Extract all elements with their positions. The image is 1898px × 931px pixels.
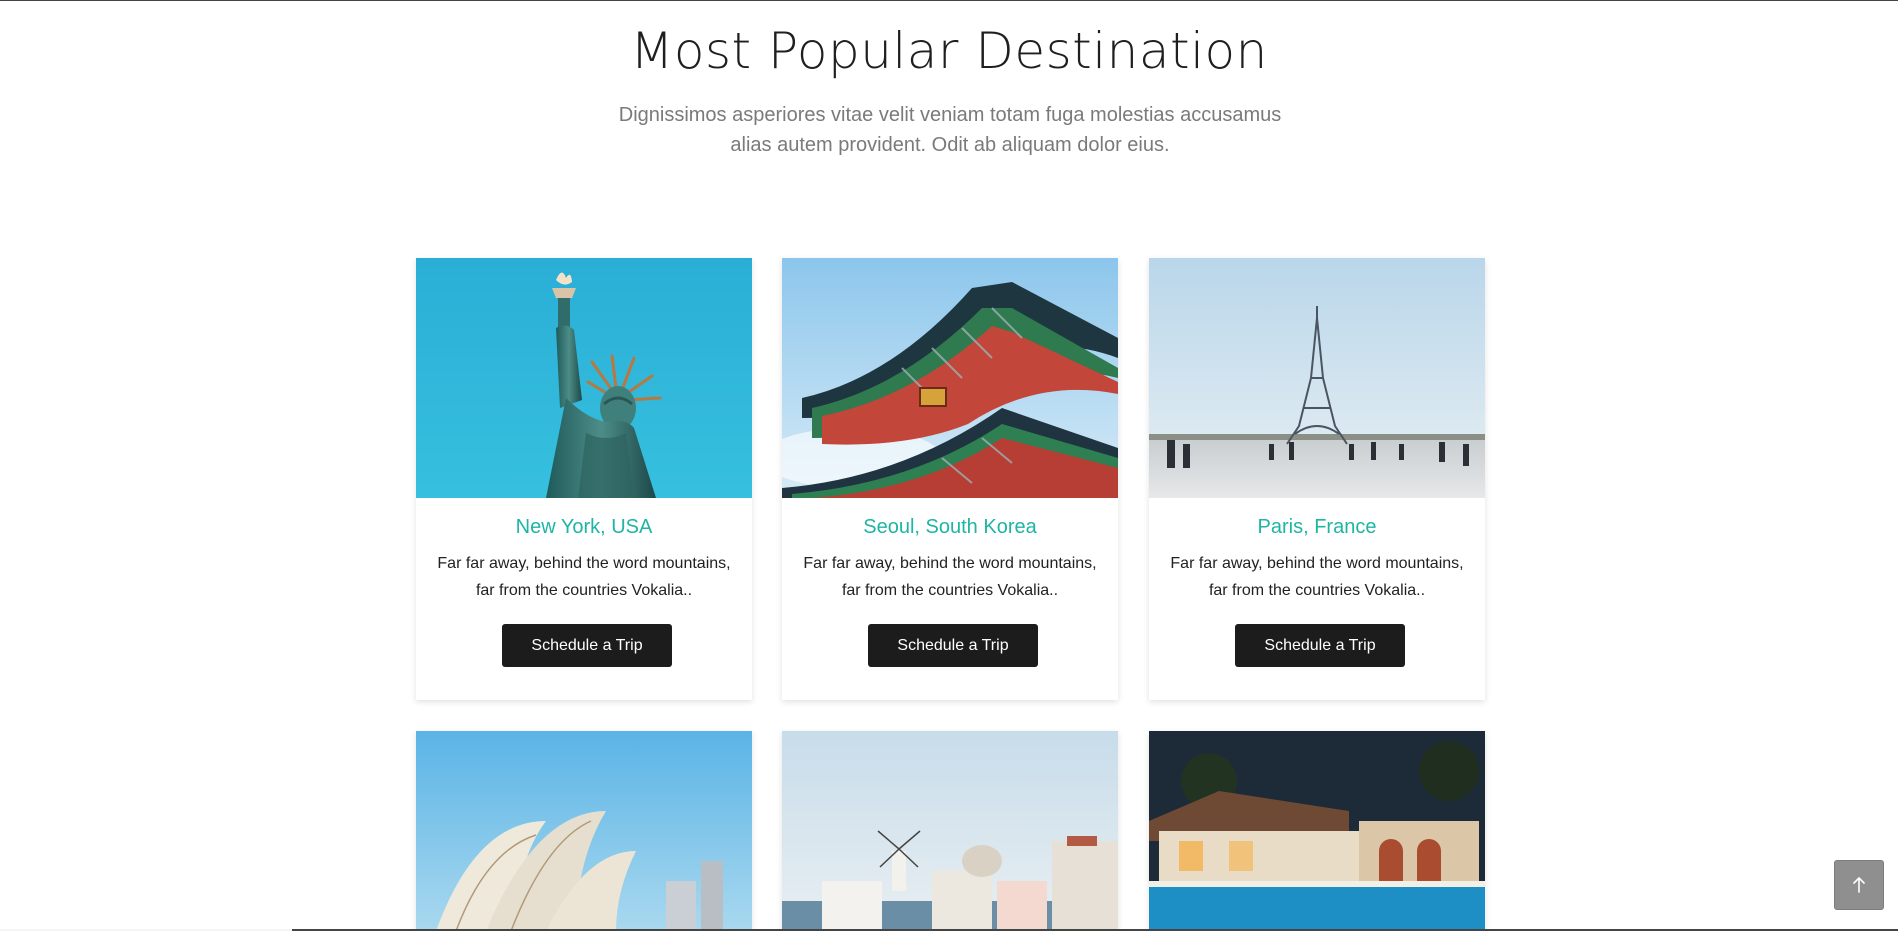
schedule-trip-button[interactable]: Schedule a Trip bbox=[502, 624, 672, 667]
destination-description: Far far away, behind the word mountains,… bbox=[803, 555, 1097, 599]
top-divider bbox=[0, 0, 1898, 1]
santorini-village-image bbox=[782, 731, 1118, 931]
section-title: Most Popular Destination bbox=[630, 22, 1268, 80]
arrow-up-icon bbox=[1853, 877, 1865, 893]
destination-description: Far far away, behind the word mountains,… bbox=[1170, 555, 1464, 599]
destination-city: New York, USA bbox=[515, 516, 653, 538]
destination-description: Far far away, behind the word mountains,… bbox=[437, 555, 731, 599]
villa-pool-night-photo[interactable] bbox=[1149, 731, 1485, 931]
villa-pool-night-image bbox=[1149, 731, 1485, 931]
schedule-trip-button[interactable]: Schedule a Trip bbox=[868, 624, 1038, 667]
back-to-top-button[interactable] bbox=[1834, 860, 1884, 910]
destination-card bbox=[1149, 731, 1485, 931]
korean-palace-roof-photo[interactable] bbox=[782, 258, 1118, 498]
santorini-village-photo[interactable] bbox=[782, 731, 1118, 931]
destination-city: Paris, France bbox=[1257, 516, 1377, 538]
destination-card: New York, USA Far far away, behind the w… bbox=[416, 258, 752, 700]
destination-card: Paris, France Far far away, behind the w… bbox=[1149, 258, 1485, 700]
sydney-opera-house-photo[interactable] bbox=[416, 731, 752, 931]
statue-of-liberty-image bbox=[416, 258, 752, 498]
destination-city: Seoul, South Korea bbox=[863, 516, 1037, 538]
schedule-trip-button[interactable]: Schedule a Trip bbox=[1235, 624, 1405, 667]
eiffel-tower-image bbox=[1149, 258, 1485, 498]
destination-card: Seoul, South Korea Far far away, behind … bbox=[782, 258, 1118, 700]
destination-card bbox=[416, 731, 752, 931]
sydney-opera-house-image bbox=[416, 731, 752, 931]
statue-of-liberty-photo[interactable] bbox=[416, 258, 752, 498]
destination-card bbox=[782, 731, 1118, 931]
section-subtitle: Dignissimos asperiores vitae velit venia… bbox=[618, 104, 1282, 156]
eiffel-tower-photo[interactable] bbox=[1149, 258, 1485, 498]
korean-palace-roof-image bbox=[782, 258, 1118, 498]
